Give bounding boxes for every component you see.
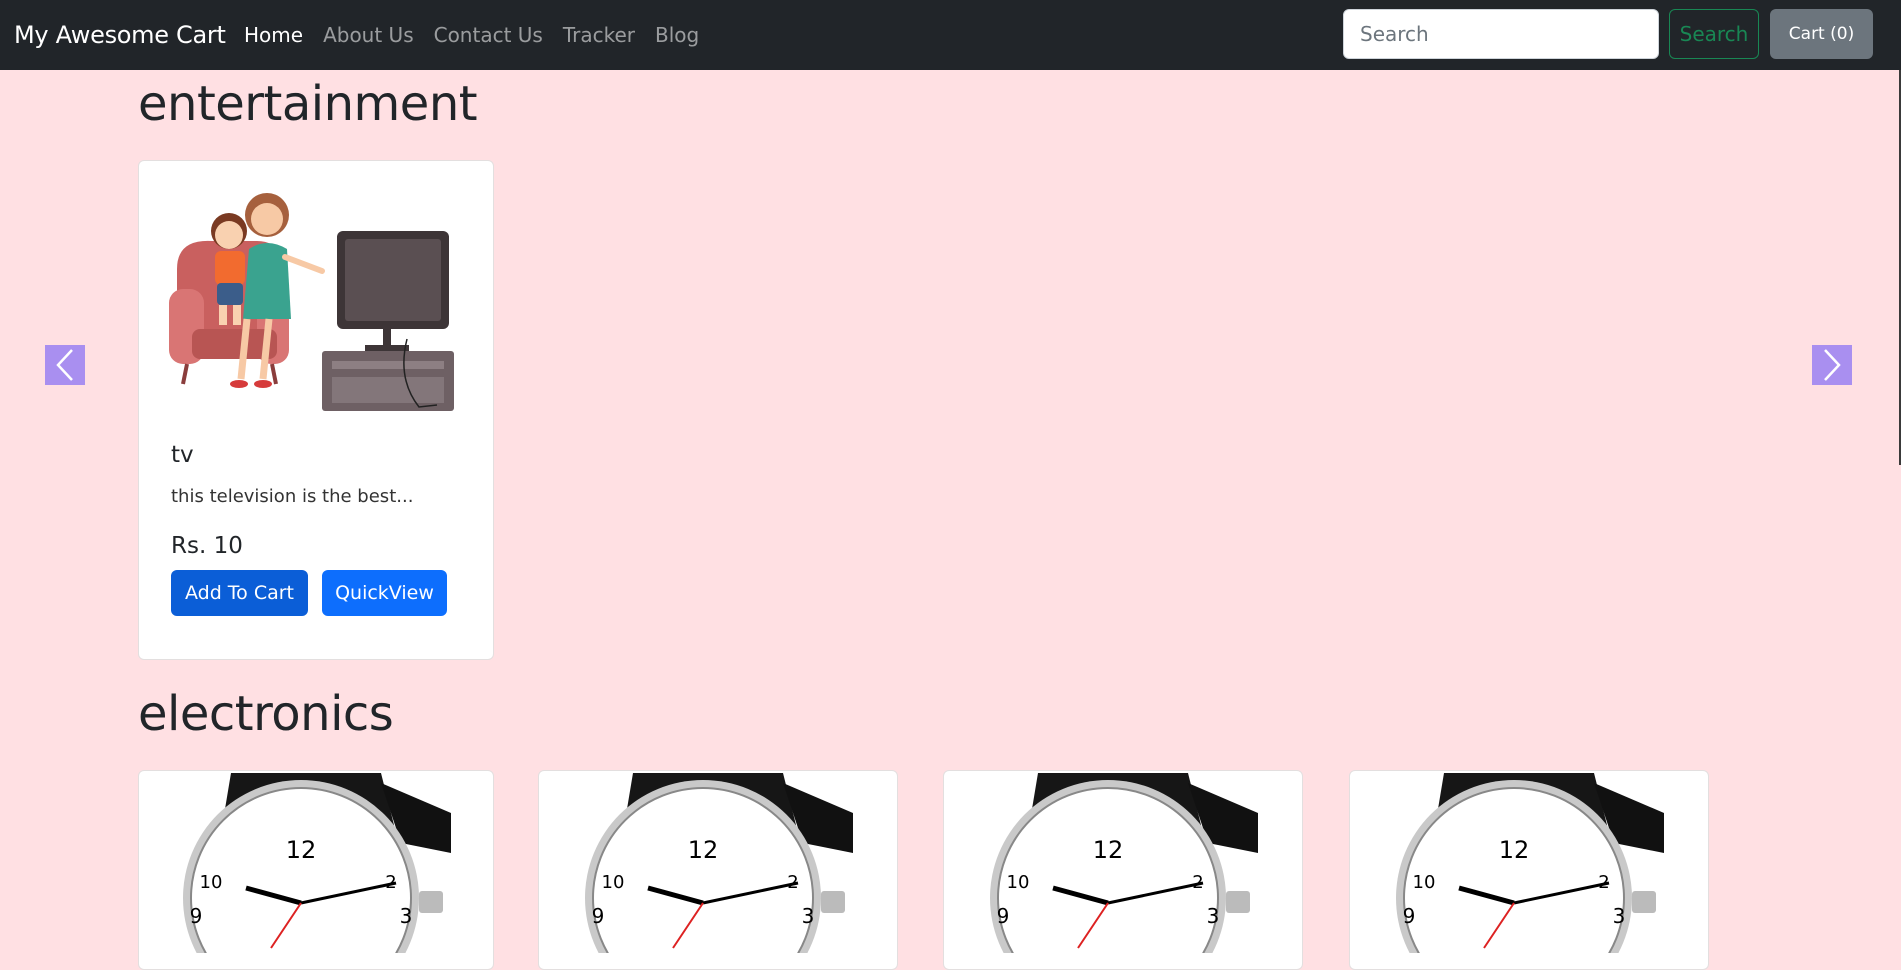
product-card-watch: 12 10 2 9 3 xyxy=(943,770,1303,970)
svg-text:3: 3 xyxy=(802,904,815,928)
nav-link-blog[interactable]: Blog xyxy=(655,23,699,47)
carousel-next-button[interactable] xyxy=(1812,345,1852,385)
svg-text:9: 9 xyxy=(1403,904,1416,928)
product-card-watch: 12 10 2 9 3 xyxy=(538,770,898,970)
product-price: Rs. 10 xyxy=(171,533,243,559)
carousel-prev-button[interactable] xyxy=(45,345,85,385)
add-to-cart-button[interactable]: Add To Cart xyxy=(171,570,308,616)
svg-text:12: 12 xyxy=(1499,836,1530,864)
nav-link-tracker[interactable]: Tracker xyxy=(563,23,635,47)
svg-text:10: 10 xyxy=(1007,872,1030,893)
svg-text:12: 12 xyxy=(1093,836,1124,864)
svg-text:9: 9 xyxy=(190,904,203,928)
chevron-left-icon xyxy=(56,349,73,381)
nav-link-contact-us[interactable]: Contact Us xyxy=(434,23,543,47)
product-name: tv xyxy=(171,442,194,468)
brand-logo[interactable]: My Awesome Cart xyxy=(14,0,226,70)
product-card-tv: tv this television is the best... Rs. 10… xyxy=(138,160,494,660)
nav-link-home[interactable]: Home xyxy=(244,23,303,47)
search-button[interactable]: Search xyxy=(1669,9,1759,59)
svg-text:9: 9 xyxy=(997,904,1010,928)
product-description: this television is the best... xyxy=(171,486,414,507)
tv-product-image xyxy=(169,193,454,411)
svg-text:12: 12 xyxy=(688,836,719,864)
svg-text:10: 10 xyxy=(200,872,223,893)
wristwatch-product-image: 12 10 2 9 3 xyxy=(183,773,451,953)
svg-text:3: 3 xyxy=(1207,904,1220,928)
product-card-watch: 12 10 2 9 3 xyxy=(138,770,494,970)
nav-link-about-us[interactable]: About Us xyxy=(323,23,414,47)
search-input[interactable] xyxy=(1343,9,1659,59)
navbar: My Awesome Cart Home About Us Contact Us… xyxy=(0,0,1901,70)
section-title-entertainment: entertainment xyxy=(138,76,478,132)
svg-text:9: 9 xyxy=(592,904,605,928)
quickview-button[interactable]: QuickView xyxy=(322,570,447,616)
svg-text:10: 10 xyxy=(602,872,625,893)
wristwatch-product-image: 12 10 2 9 3 xyxy=(990,773,1258,953)
svg-text:3: 3 xyxy=(400,904,413,928)
wristwatch-product-image: 12 10 2 9 3 xyxy=(585,773,853,953)
chevron-right-icon xyxy=(1824,349,1841,381)
svg-text:3: 3 xyxy=(1613,904,1626,928)
svg-text:10: 10 xyxy=(1413,872,1436,893)
nav-links: Home About Us Contact Us Tracker Blog xyxy=(244,0,699,70)
product-card-watch: 12 10 2 9 3 xyxy=(1349,770,1709,970)
section-title-electronics: electronics xyxy=(138,686,394,742)
wristwatch-product-image: 12 10 2 9 3 xyxy=(1396,773,1664,953)
cart-button[interactable]: Cart (0) xyxy=(1770,9,1873,59)
svg-text:12: 12 xyxy=(286,836,317,864)
